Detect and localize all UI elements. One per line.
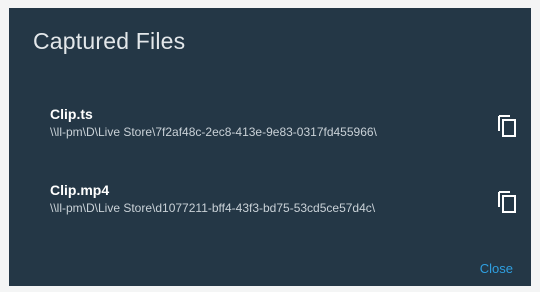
copy-path-button[interactable] (496, 113, 518, 139)
file-path: \\ll-pm\D\Live Store\7f2af48c-2ec8-413e-… (50, 125, 377, 139)
dialog-title: Captured Files (33, 28, 186, 54)
close-button[interactable]: Close (480, 261, 513, 276)
file-path: \\ll-pm\D\Live Store\d1077211-bff4-43f3-… (50, 201, 376, 215)
copy-icon (496, 189, 518, 215)
file-item: Clip.mp4 \\ll-pm\D\Live Store\d1077211-b… (48, 182, 518, 222)
file-item: Clip.ts \\ll-pm\D\Live Store\7f2af48c-2e… (48, 106, 518, 146)
copy-icon (496, 113, 518, 139)
file-name: Clip.ts (50, 106, 93, 122)
copy-path-button[interactable] (496, 189, 518, 215)
captured-files-dialog: Captured Files Clip.ts \\ll-pm\D\Live St… (9, 8, 531, 286)
file-name: Clip.mp4 (50, 182, 110, 198)
